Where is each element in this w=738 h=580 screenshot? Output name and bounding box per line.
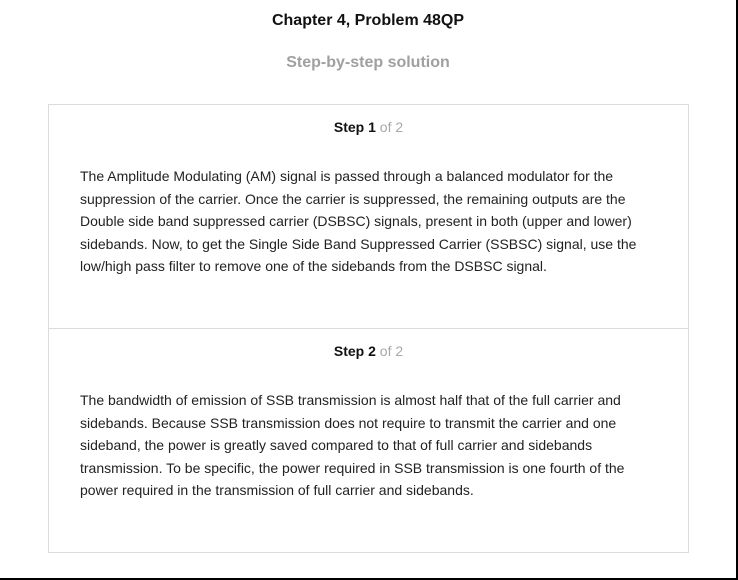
page-title: Chapter 4, Problem 48QP: [271, 12, 465, 29]
page-subtitle: Step-by-step solution: [286, 54, 450, 71]
step-section-1: Step 1 of 2 The Amplitude Modulating (AM…: [49, 105, 688, 329]
solution-card: Step 1 of 2 The Amplitude Modulating (AM…: [48, 104, 689, 553]
step-total: of 2: [379, 119, 404, 135]
step-total: of 2: [379, 343, 404, 359]
step-heading-1: Step 1 of 2: [49, 119, 688, 135]
step-label: Step: [333, 119, 365, 135]
step-section-2: Step 2 of 2 The bandwidth of emission of…: [49, 329, 688, 552]
page-frame: Chapter 4, Problem 48QP Step-by-step sol…: [0, 0, 738, 580]
step-number: 2: [368, 343, 376, 359]
step-label: Step: [333, 343, 365, 359]
step-heading-2: Step 2 of 2: [49, 343, 688, 359]
step-body-1: The Amplitude Modulating (AM) signal is …: [80, 168, 637, 274]
step-number: 1: [368, 119, 376, 135]
step-body-2: The bandwidth of emission of SSB transmi…: [80, 392, 625, 498]
